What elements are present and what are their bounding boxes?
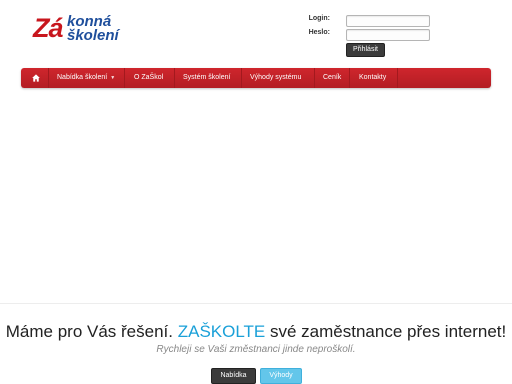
nav-item-cenik[interactable]: Ceník: [323, 68, 341, 88]
nav-item-label: O ZaŠkol: [134, 74, 164, 81]
nav-item-label: Kontakty: [359, 74, 387, 81]
nav-home[interactable]: [31, 68, 41, 88]
nav-item-label: Výhody systému: [250, 74, 302, 81]
banner-subline: Rychleji se Vaši změstnanci jinde neproš…: [156, 344, 356, 355]
nav-item-kontakty[interactable]: Kontakty: [359, 68, 386, 88]
login-button[interactable]: Přihlásit: [346, 43, 385, 57]
nav-divider: [349, 68, 350, 88]
nav-item-system-skoleni[interactable]: Systém školení: [183, 68, 230, 88]
home-icon: [32, 74, 40, 82]
logo-line2: školení: [67, 27, 119, 44]
nav-divider: [174, 68, 175, 88]
nav-item-vyhody-systemu[interactable]: Výhody systému: [250, 68, 301, 88]
nav-divider: [397, 68, 398, 88]
main-navbar: Nabídka školení ▼ O ZaŠkol Systém školení…: [21, 68, 491, 88]
nav-item-label: Ceník: [323, 74, 342, 81]
nav-item-o-zaskol[interactable]: O ZaŠkol: [134, 68, 163, 88]
nav-divider: [48, 68, 49, 88]
password-input[interactable]: [346, 29, 430, 41]
nav-item-nabidka[interactable]: Nabídka školení ▼: [57, 68, 115, 88]
headline-accent: ZAŠKOLTE: [177, 322, 266, 341]
nav-item-label: Systém školení: [183, 74, 231, 81]
headline-text-2: své zaměstnance přes internet!: [265, 322, 507, 341]
headline-text-1: Máme pro Vás řešení.: [5, 322, 178, 341]
nav-divider: [241, 68, 242, 88]
nav-divider: [124, 68, 125, 88]
chevron-down-icon: ▼: [110, 75, 116, 81]
banner-headline: Máme pro Vás řešení. ZAŠKOLTE své zaměst…: [0, 322, 512, 342]
benefits-button[interactable]: Výhody: [260, 368, 302, 384]
login-label: Login:: [308, 15, 330, 22]
password-label: Heslo:: [308, 29, 330, 36]
logo-za: Zá: [33, 13, 63, 43]
offer-button[interactable]: Nabídka: [211, 368, 256, 384]
nav-divider: [314, 68, 315, 88]
banner-divider: [0, 303, 512, 304]
login-input[interactable]: [346, 15, 430, 27]
nav-item-label: Nabídka školení: [57, 74, 108, 81]
